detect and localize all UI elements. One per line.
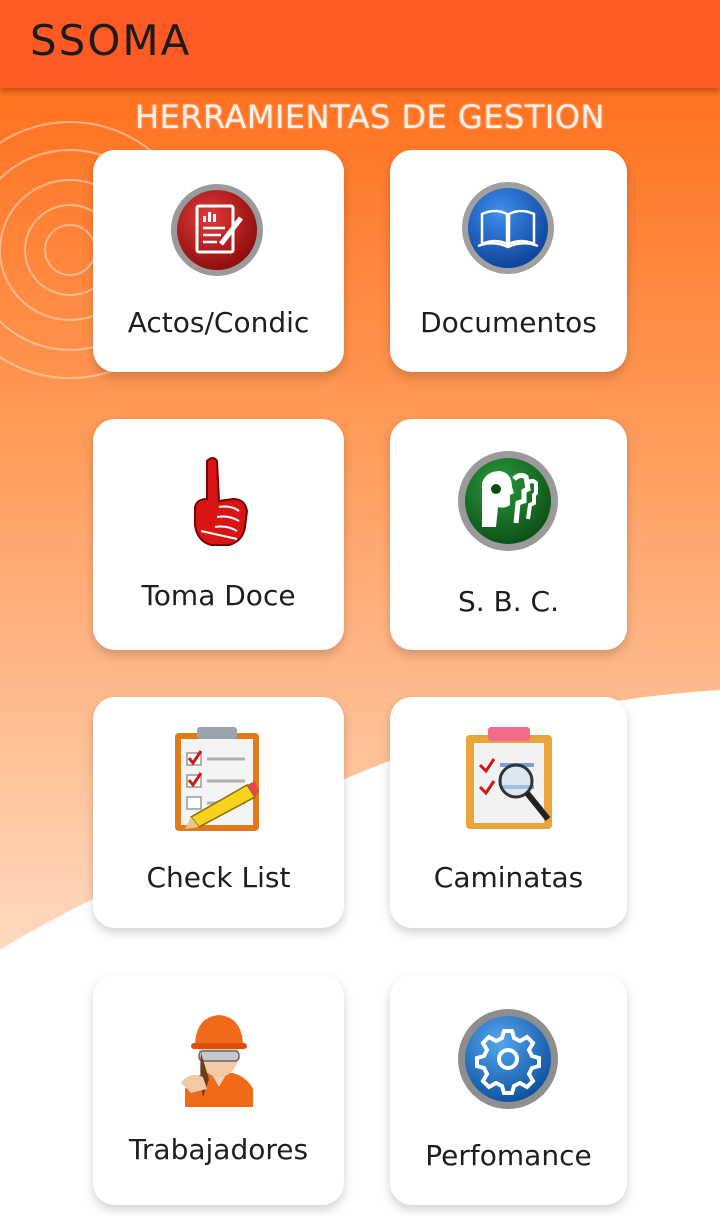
tool-label: Perfomance	[425, 1139, 592, 1172]
gear-icon	[458, 1009, 558, 1109]
clipboard-magnifier-icon	[466, 727, 552, 829]
worker-helmet-icon	[181, 1015, 253, 1107]
tool-card-trabajadores[interactable]: Trabajadores	[93, 975, 344, 1205]
tool-label: S. B. C.	[457, 585, 560, 618]
tool-label: Trabajadores	[128, 1133, 309, 1166]
tool-label: Actos/Condic	[127, 306, 310, 339]
tool-card-sbc[interactable]: S. B. C.	[390, 419, 627, 650]
report-edit-icon	[171, 184, 263, 276]
tool-label: Caminatas	[433, 861, 584, 894]
foam-finger-icon	[194, 457, 249, 546]
tool-card-caminatas[interactable]: Caminatas	[390, 697, 627, 928]
tool-card-toma-doce[interactable]: Toma Doce	[93, 419, 344, 650]
profiles-icon	[458, 451, 558, 551]
tool-label: Check List	[146, 861, 291, 894]
tool-card-documentos[interactable]: Documentos	[390, 150, 627, 372]
tool-card-check-list[interactable]: Check List	[93, 697, 344, 928]
tool-label: Documentos	[420, 306, 597, 339]
app-title: SSOMA	[30, 16, 192, 65]
tool-card-perfomance[interactable]: Perfomance	[390, 975, 627, 1205]
section-heading: HERRAMIENTAS DE GESTION	[135, 98, 605, 136]
checklist-clipboard-icon	[175, 727, 259, 831]
app-bar: SSOMA	[0, 0, 720, 88]
tool-label: Toma Doce	[141, 579, 296, 612]
tool-card-actos-condic[interactable]: Actos/Condic	[93, 150, 344, 372]
open-book-icon	[462, 182, 554, 274]
